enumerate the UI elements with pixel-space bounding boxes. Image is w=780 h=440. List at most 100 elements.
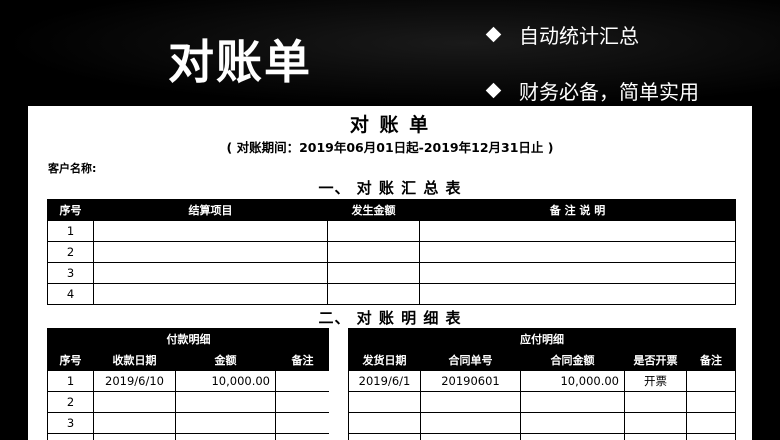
statement-sheet: 对 账 单 ( 对账期间：2019年06月01日起-2019年12月31日止 )… [28, 106, 752, 440]
table-gap [329, 328, 348, 440]
feature-bullet-1: 自动统计汇总 [484, 20, 639, 49]
table-cell[interactable] [175, 433, 276, 440]
table-cell[interactable] [275, 370, 330, 392]
table-cell[interactable] [348, 433, 421, 440]
table-cell[interactable] [275, 433, 330, 440]
column-header: 金额 [175, 349, 276, 371]
table-cell[interactable] [327, 220, 420, 242]
feature-text-2: 财务必备，简单实用 [519, 80, 699, 104]
group-header: 应付明细 [348, 328, 736, 350]
diamond-bullet-icon [485, 26, 502, 43]
table-cell[interactable] [624, 433, 687, 440]
diamond-bullet-icon [485, 82, 502, 99]
table-cell[interactable] [93, 220, 328, 242]
column-header: 是否开票 [624, 349, 687, 371]
statement-period: ( 对账期间：2019年06月01日起-2019年12月31日止 ) [226, 140, 554, 155]
table-cell[interactable]: 3 [47, 412, 94, 434]
table-cell[interactable] [624, 412, 687, 434]
table-cell[interactable] [624, 391, 687, 413]
table-cell[interactable] [520, 433, 625, 440]
table-cell[interactable]: 10,000.00 [520, 370, 625, 392]
table-cell[interactable] [686, 412, 736, 434]
table-cell[interactable]: 3 [47, 262, 94, 284]
column-header: 收款日期 [93, 349, 176, 371]
column-header: 发货日期 [348, 349, 421, 371]
detail-section-title: 二、 对 账 明 细 表 [318, 309, 462, 327]
table-cell[interactable]: 20190601 [420, 370, 521, 392]
table-row [348, 412, 736, 434]
column-header: 备注 [275, 349, 330, 371]
table-cell[interactable]: 2 [47, 391, 94, 413]
table-cell[interactable] [420, 391, 521, 413]
table-row: 2019/6/1 20190601 10,000.00 开票 [348, 370, 736, 392]
group-header: 付款明细 [47, 328, 330, 350]
table-cell[interactable] [327, 241, 420, 263]
table-cell[interactable] [520, 391, 625, 413]
table-group-header-row: 付款明细 [47, 328, 330, 350]
table-cell[interactable] [686, 391, 736, 413]
table-cell[interactable] [93, 283, 328, 305]
table-cell[interactable]: 10,000.00 [175, 370, 276, 392]
table-cell[interactable] [93, 412, 176, 434]
table-row: 3 [47, 262, 736, 284]
table-cell[interactable] [686, 370, 736, 392]
table-cell[interactable]: 2019/6/10 [93, 370, 176, 392]
table-row: 1 2019/6/10 10,000.00 [47, 370, 330, 392]
document-title: 对 账 单 [349, 114, 431, 136]
column-header: 备 注 说 明 [419, 199, 736, 221]
table-header-row: 发货日期 合同单号 合同金额 是否开票 备注 [348, 349, 736, 371]
table-row: 2 [47, 241, 736, 263]
table-cell[interactable] [93, 241, 328, 263]
header-banner: 对账单 自动统计汇总 财务必备，简单实用 [0, 0, 780, 108]
customer-name-label: 客户名称: [48, 162, 97, 175]
table-cell[interactable] [93, 391, 176, 413]
table-row [348, 391, 736, 413]
column-header: 发生金额 [327, 199, 420, 221]
table-cell[interactable] [420, 412, 521, 434]
payment-detail-table: 付款明细 序号 收款日期 金额 备注 1 2019/6/10 10,000.00… [47, 328, 330, 440]
receivable-detail-table: 应付明细 发货日期 合同单号 合同金额 是否开票 备注 2019/6/1 201… [348, 328, 736, 440]
table-row: 1 [47, 220, 736, 242]
table-cell[interactable]: 2 [47, 241, 94, 263]
table-cell[interactable] [419, 220, 736, 242]
table-row: 2 [47, 391, 330, 413]
table-row: 3 [47, 412, 330, 434]
table-cell[interactable] [275, 391, 330, 413]
table-cell[interactable] [348, 412, 421, 434]
column-header: 合同单号 [420, 349, 521, 371]
column-header: 序号 [47, 349, 94, 371]
table-cell[interactable] [327, 262, 420, 284]
table-cell[interactable]: 开票 [624, 370, 687, 392]
summary-section-title: 一、 对 账 汇 总 表 [318, 179, 462, 197]
column-header: 结算项目 [93, 199, 328, 221]
table-cell[interactable] [419, 241, 736, 263]
table-cell[interactable]: 4 [47, 283, 94, 305]
table-header-row: 序号 收款日期 金额 备注 [47, 349, 330, 371]
table-row: 4 [47, 283, 736, 305]
table-group-header-row: 应付明细 [348, 328, 736, 350]
table-cell[interactable] [420, 433, 521, 440]
table-cell[interactable]: 1 [47, 220, 94, 242]
column-header: 备注 [686, 349, 736, 371]
summary-table: 序号 结算项目 发生金额 备 注 说 明 1 2 3 4 [47, 199, 736, 305]
table-cell[interactable] [47, 433, 94, 440]
table-cell[interactable]: 1 [47, 370, 94, 392]
table-cell[interactable] [520, 412, 625, 434]
feature-bullet-2: 财务必备，简单实用 [484, 76, 699, 105]
table-cell[interactable] [175, 391, 276, 413]
table-cell[interactable]: 2019/6/1 [348, 370, 421, 392]
table-row [47, 433, 330, 440]
table-cell[interactable] [275, 412, 330, 434]
table-cell[interactable] [175, 412, 276, 434]
table-cell[interactable] [419, 283, 736, 305]
table-cell[interactable] [93, 262, 328, 284]
feature-text-1: 自动统计汇总 [519, 24, 639, 48]
column-header: 合同金额 [520, 349, 625, 371]
table-cell[interactable] [93, 433, 176, 440]
table-row [348, 433, 736, 440]
column-header: 序号 [47, 199, 94, 221]
table-cell[interactable] [419, 262, 736, 284]
table-cell[interactable] [686, 433, 736, 440]
table-cell[interactable] [348, 391, 421, 413]
table-cell[interactable] [327, 283, 420, 305]
